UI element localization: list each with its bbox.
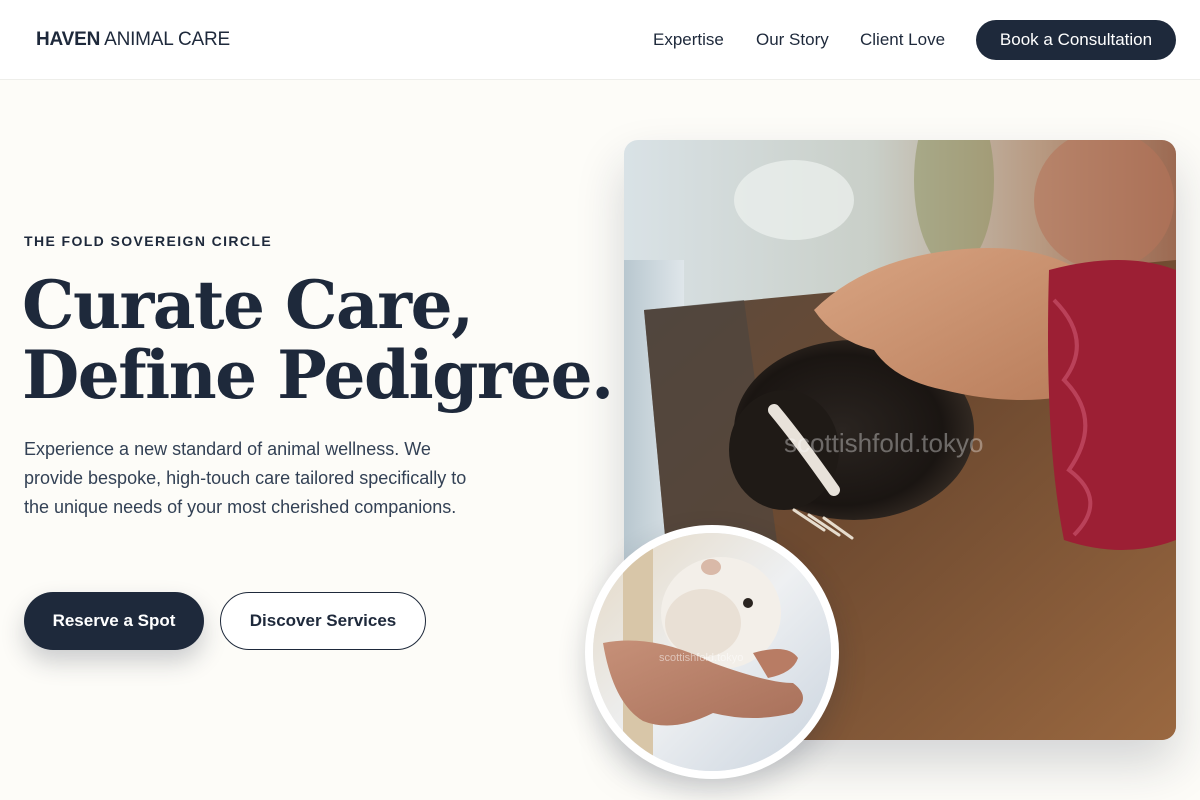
discover-services-button[interactable]: Discover Services xyxy=(220,592,426,650)
reserve-spot-button[interactable]: Reserve a Spot xyxy=(24,592,204,650)
logo[interactable]: HAVEN ANIMAL CARE xyxy=(36,28,230,52)
logo-bold-text: HAVEN xyxy=(36,29,101,50)
nav-link-our-story[interactable]: Our Story xyxy=(756,29,829,51)
headline-line-1: Curate Care, xyxy=(22,266,474,344)
hero-headline: Curate Care, Define Pedigree. xyxy=(22,266,614,414)
site-header: HAVEN ANIMAL CARE Expertise Our Story Cli… xyxy=(0,0,1200,80)
hero-description: Experience a new standard of animal well… xyxy=(24,439,467,517)
headline-line-2: Define Pedigree. xyxy=(22,336,614,414)
inset-hero-image: scottishfold.tokyo xyxy=(585,525,839,779)
nav-link-client-love[interactable]: Client Love xyxy=(860,29,945,51)
nav-link-expertise[interactable]: Expertise xyxy=(653,29,724,51)
inset-image-watermark: scottishfold.tokyo xyxy=(659,652,743,664)
logo-light-text: ANIMAL CARE xyxy=(104,29,231,50)
book-consultation-button[interactable]: Book a Consultation xyxy=(976,20,1176,60)
main-image-watermark: scottishfold.tokyo xyxy=(784,428,983,458)
hero-eyebrow: THE FOLD SOVEREIGN CIRCLE xyxy=(24,233,273,249)
